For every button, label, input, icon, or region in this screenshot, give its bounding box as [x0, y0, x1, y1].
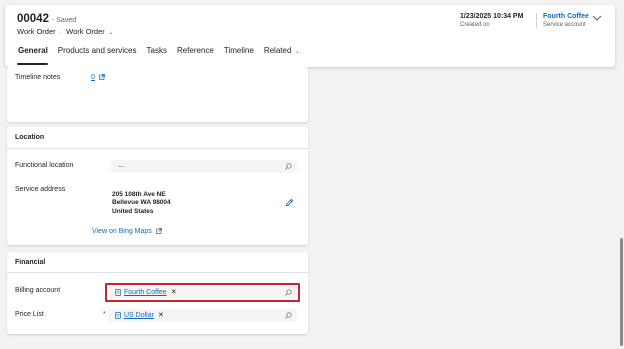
required-marker: * [103, 311, 106, 318]
entity-name: Work Order [17, 27, 56, 36]
record-subtitle: Work Order · Work Order ⌄ [17, 27, 113, 36]
billing-account-highlight [105, 283, 300, 302]
form-selector[interactable]: Work Order ⌄ [66, 27, 113, 36]
record-title: 00042 - Saved [17, 13, 76, 25]
location-section: Location Functional location --- Service… [7, 127, 308, 245]
created-on-field: 1/23/2025 10:34 PM Created on [460, 13, 523, 28]
price-list-field[interactable]: US Dollar ✕ [108, 309, 297, 322]
tab-related-label: Related [263, 46, 292, 55]
chevron-down-icon: ⌄ [293, 49, 301, 55]
price-list-link[interactable]: US Dollar [124, 312, 154, 319]
form-name: Work Order [66, 27, 105, 36]
scrollbar-thumb[interactable] [620, 238, 623, 346]
general-section: Timeline notes 0 [7, 67, 308, 122]
tab-tasks[interactable]: Tasks [142, 45, 172, 65]
pencil-icon[interactable] [285, 198, 294, 207]
tab-general[interactable]: General [17, 45, 53, 65]
close-icon[interactable]: ✕ [158, 311, 164, 319]
separator-dot: · [59, 27, 63, 36]
bing-maps-link-wrapper[interactable]: View on Bing Maps [92, 228, 162, 235]
section-divider [7, 272, 308, 273]
external-link-icon [155, 228, 162, 235]
record-number: 00042 [17, 13, 49, 25]
location-title: Location [15, 134, 45, 141]
tab-products-and-services[interactable]: Products and services [53, 45, 142, 65]
record-header: 00042 - Saved Work Order · Work Order ⌄ … [5, 5, 615, 67]
chevron-down-icon: ⌄ [106, 30, 114, 36]
service-address-value: 205 108th Ave NE Bellevue WA 98004 Unite… [112, 191, 171, 216]
search-icon[interactable] [285, 163, 292, 170]
created-on-value: 1/23/2025 10:34 PM [460, 13, 524, 20]
timeline-notes-value[interactable]: 0 [91, 74, 105, 81]
functional-location-label: Functional location [15, 162, 74, 169]
tab-related[interactable]: Related ⌄ [259, 45, 305, 65]
address-line1: 205 108th Ave NE [112, 191, 166, 198]
address-line3: United States [112, 207, 154, 215]
timeline-notes-label: Timeline notes [15, 74, 61, 81]
timeline-notes-link[interactable]: 0 [91, 74, 95, 81]
functional-location-field[interactable]: --- [111, 160, 297, 173]
price-list-label: Price List [15, 311, 44, 318]
search-icon[interactable] [285, 312, 292, 319]
price-list-tag[interactable]: US Dollar ✕ [115, 311, 164, 319]
address-line2: Bellevue WA 98004 [112, 199, 171, 207]
created-on-label: Created on [460, 22, 490, 28]
functional-location-value: --- [118, 163, 125, 170]
bing-maps-link[interactable]: View on Bing Maps [92, 228, 152, 235]
record-icon [115, 311, 121, 319]
tab-bar: General Products and services Tasks Refe… [17, 45, 305, 65]
save-status: - Saved [51, 17, 77, 24]
section-divider [7, 148, 308, 149]
service-account-label: Service account [543, 22, 586, 28]
chevron-down-icon[interactable] [592, 14, 602, 22]
external-link-icon [99, 74, 105, 81]
financial-title: Financial [15, 259, 46, 266]
billing-account-label: Billing account [15, 287, 61, 294]
service-address-label: Service address [15, 186, 66, 193]
tab-reference[interactable]: Reference [172, 45, 219, 65]
service-account-link[interactable]: Fourth Coffee [543, 13, 589, 20]
service-account-field: Fourth Coffee Service account [536, 13, 589, 28]
tab-timeline[interactable]: Timeline [219, 45, 259, 65]
